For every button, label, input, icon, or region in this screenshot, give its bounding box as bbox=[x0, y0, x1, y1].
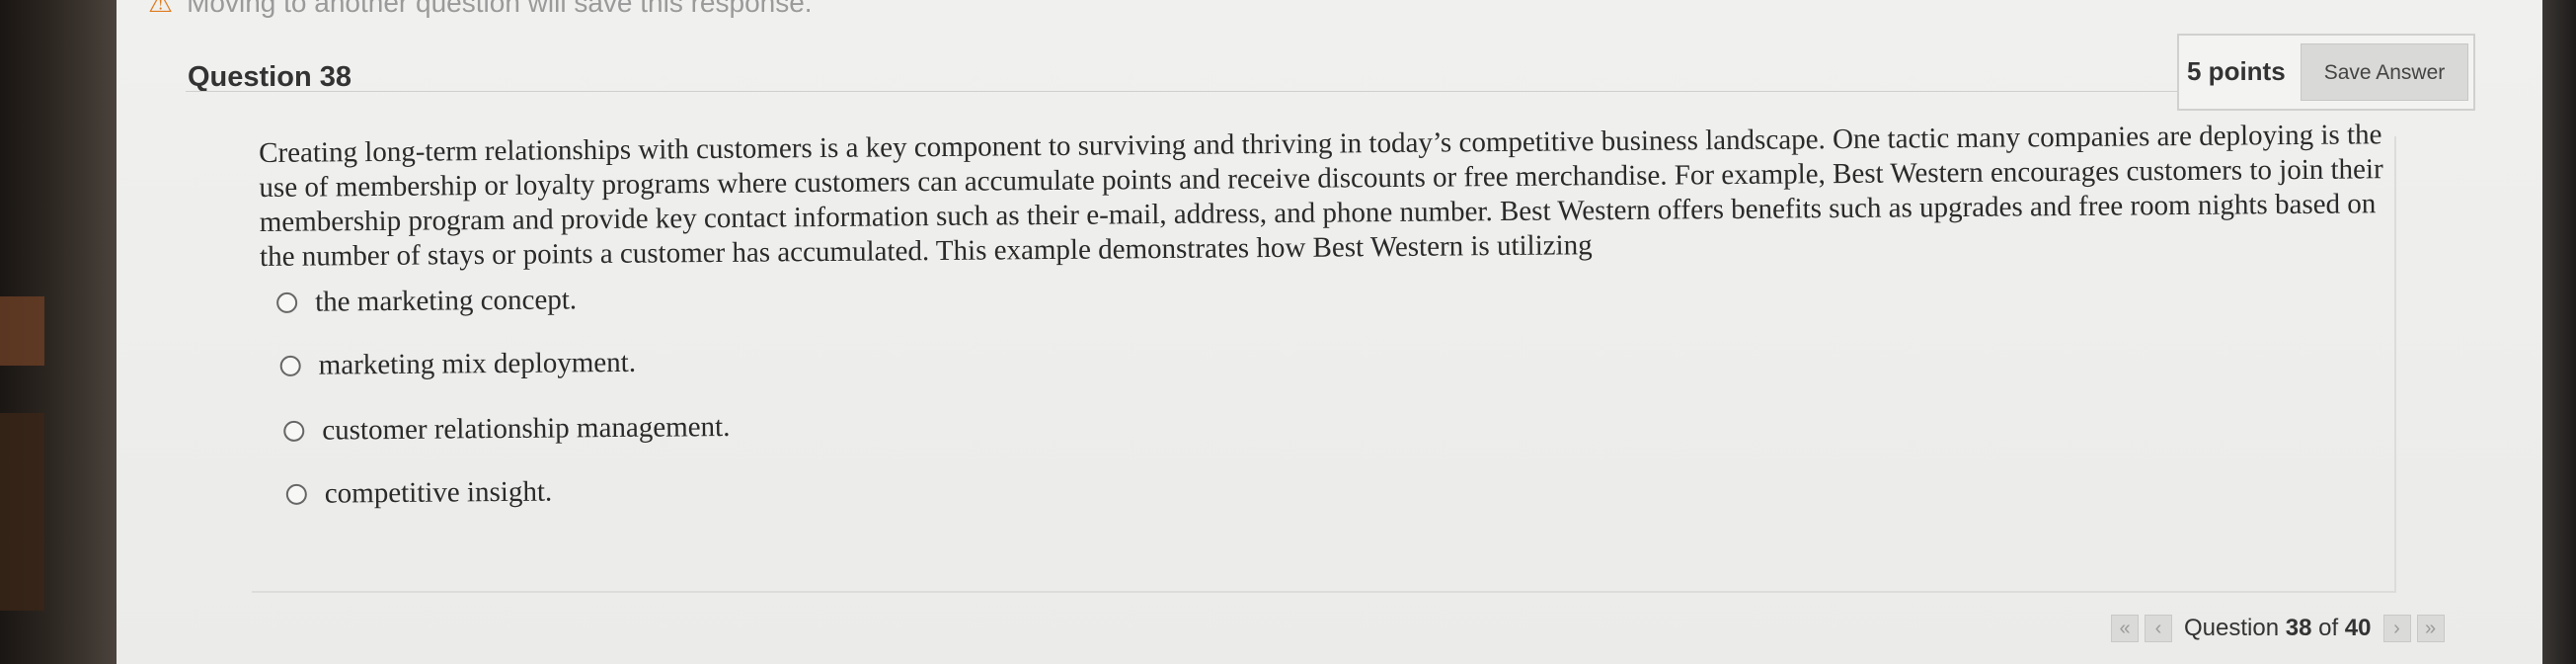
answer-option[interactable]: competitive insight. bbox=[285, 476, 553, 511]
question-title: Question 38 bbox=[188, 61, 351, 93]
chevron-right-icon[interactable]: › bbox=[2382, 615, 2411, 642]
answer-option[interactable]: customer relationship management. bbox=[283, 411, 731, 448]
bezel-reflection bbox=[0, 413, 44, 611]
radio-button[interactable] bbox=[279, 355, 301, 376]
counter-of: of bbox=[2318, 615, 2339, 641]
save-warning: ⚠ Moving to another question will save th… bbox=[148, 0, 813, 19]
double-chevron-left-icon[interactable]: « bbox=[2111, 615, 2139, 642]
save-warning-text: Moving to another question will save thi… bbox=[187, 0, 813, 18]
answer-option[interactable]: marketing mix deployment. bbox=[279, 347, 637, 382]
monitor-bezel-left bbox=[0, 0, 117, 664]
total-question-number: 40 bbox=[2344, 615, 2372, 641]
radio-button[interactable] bbox=[276, 291, 298, 313]
answer-option-label[interactable]: customer relationship management. bbox=[322, 411, 730, 448]
chevron-left-icon[interactable]: ‹ bbox=[2145, 615, 2172, 642]
header-divider bbox=[186, 91, 2185, 92]
question-counter: Question 38 of 40 bbox=[2184, 615, 2372, 642]
counter-label: Question bbox=[2184, 615, 2280, 641]
answer-option[interactable]: the marketing concept. bbox=[276, 284, 577, 319]
monitor-bezel-right bbox=[2542, 0, 2576, 664]
bezel-reflection bbox=[0, 296, 44, 366]
radio-button[interactable] bbox=[285, 483, 307, 505]
answer-option-label[interactable]: the marketing concept. bbox=[315, 284, 577, 318]
answer-option-label[interactable]: competitive insight. bbox=[325, 476, 553, 511]
save-answer-button[interactable]: Save Answer bbox=[2301, 43, 2468, 101]
points-label: 5 points bbox=[2187, 56, 2286, 86]
question-prompt: Creating long-term relationships with cu… bbox=[259, 119, 2383, 273]
current-question-number: 38 bbox=[2285, 615, 2312, 641]
radio-button[interactable] bbox=[283, 420, 305, 442]
question-navigation: « ‹ Question 38 of 40 › » bbox=[2111, 615, 2445, 642]
warning-icon: ⚠ bbox=[148, 0, 174, 18]
double-chevron-right-icon[interactable]: » bbox=[2416, 615, 2445, 642]
answer-option-label[interactable]: marketing mix deployment. bbox=[319, 347, 637, 382]
